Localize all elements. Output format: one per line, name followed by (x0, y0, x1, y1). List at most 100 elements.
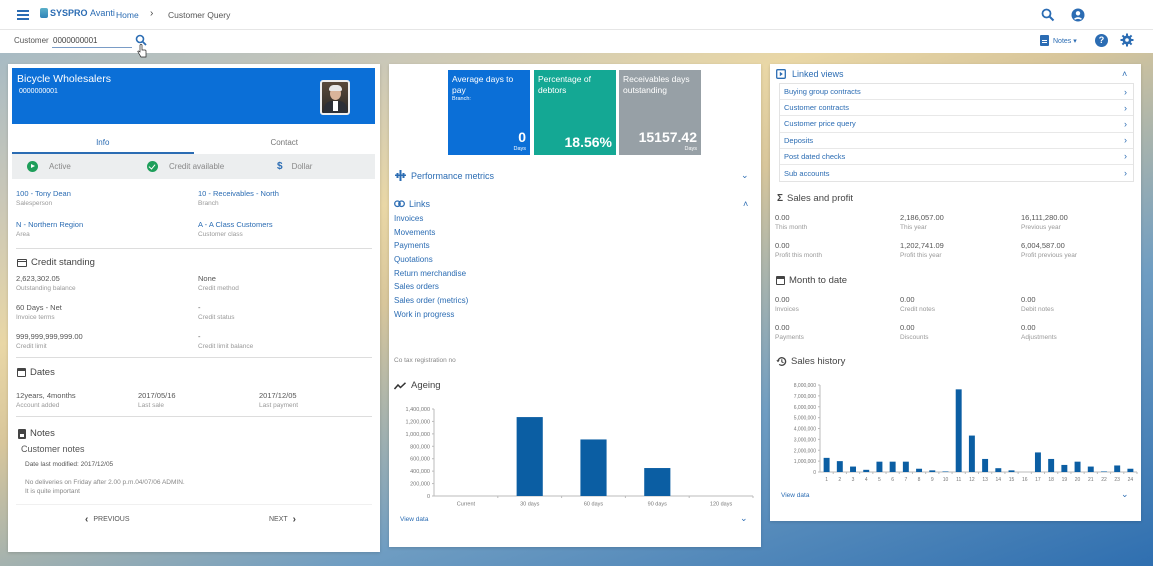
credit-limit-label: Credit limit (16, 343, 47, 350)
area-link[interactable]: N - Northern Region (16, 220, 83, 229)
link-movements[interactable]: Movements (394, 228, 468, 242)
link-sales-orders[interactable]: Sales orders (394, 282, 468, 296)
chevron-down-icon[interactable]: ⌄ (1121, 489, 1129, 500)
x-tick-label: 90 days (648, 502, 668, 508)
next-button[interactable]: NEXT › (269, 514, 301, 525)
outstanding-balance-field: 2,623,302.05 Outstanding balance (16, 274, 76, 292)
y-tick-label: 0 (813, 470, 816, 476)
customer-photo[interactable] (320, 80, 350, 115)
previous-button[interactable]: ‹ PREVIOUS (80, 514, 130, 525)
hamburger-menu-icon[interactable] (17, 10, 29, 20)
link-payments[interactable]: Payments (394, 241, 468, 255)
mtd-discounts: 0.00 Discounts (900, 323, 929, 341)
tab-info[interactable]: Info (12, 132, 194, 154)
x-tick-label: 2 (838, 477, 841, 483)
salesperson-label: Salesperson (16, 200, 53, 207)
linked-views-panel: Linked views ˄ Buying group contracts › C… (770, 64, 1141, 521)
linked-views-toggle[interactable]: Linked views (776, 69, 844, 79)
search-icon[interactable] (1041, 8, 1055, 22)
credit-limit-balance-label: Credit limit balance (198, 343, 254, 350)
link-return-merchandise[interactable]: Return merchandise (394, 269, 468, 283)
salesperson-link[interactable]: 100 - Tony Dean (16, 189, 71, 198)
breadcrumb-separator-icon: › (150, 8, 154, 19)
linked-view-customer-price-query[interactable]: Customer price query › (780, 116, 1133, 133)
y-tick-label: 4,000,000 (794, 427, 816, 433)
links-toggle[interactable]: Links (394, 199, 430, 209)
last-payment-label: Last payment (259, 402, 299, 409)
linked-view-sub-accounts[interactable]: Sub accounts › (780, 165, 1133, 181)
kpi-tile-debtors-pct[interactable]: Percentage of debtors 18.56% (534, 70, 616, 155)
mtd-adjustments: 0.00 Adjustments (1021, 323, 1057, 341)
performance-metrics-toggle[interactable]: Performance metrics (395, 170, 494, 181)
help-icon[interactable]: ? (1095, 34, 1108, 47)
link-sales-order-metrics[interactable]: Sales order (metrics) (394, 296, 468, 310)
y-tick-label: 0 (427, 494, 430, 500)
breadcrumb-home[interactable]: Home (116, 10, 139, 20)
mtd-value: 0.00 (775, 323, 790, 332)
customer-input[interactable] (52, 33, 132, 48)
link-invoices[interactable]: Invoices (394, 214, 468, 228)
x-tick-label: 12 (969, 477, 975, 483)
linked-view-buying-group-contracts[interactable]: Buying group contracts › (780, 84, 1133, 101)
mtd-payments: 0.00 Payments (775, 323, 804, 341)
customer-class-link[interactable]: A - A Class Customers (198, 220, 273, 229)
invoice-terms-field: 60 Days - Net Invoice terms (16, 303, 62, 321)
syspro-logo[interactable]: SYSPRO Avanti (40, 8, 115, 18)
sp-label: This year (900, 224, 927, 231)
bar-11 (955, 389, 962, 472)
y-tick-label: 1,400,000 (406, 407, 430, 413)
linked-views-list: Buying group contracts › Customer contrac… (779, 83, 1134, 183)
x-tick-label: 22 (1101, 477, 1107, 483)
chevron-down-icon[interactable]: ⌄ (740, 513, 748, 524)
sp-value: 0.00 (775, 241, 790, 250)
x-tick-label: 30 days (520, 502, 540, 508)
bar-9 (929, 470, 936, 472)
customer-search-icon[interactable] (135, 34, 147, 46)
links-label: Links (409, 199, 431, 209)
notes-dropdown-button[interactable]: Notes ▾ (1040, 35, 1077, 46)
calendar-icon (17, 368, 26, 377)
link-work-in-progress[interactable]: Work in progress (394, 310, 468, 324)
sp-profit-this-month: 0.00 Profit this month (775, 241, 822, 259)
kpi-tile-avg-days[interactable]: Average days to pay Branch: 0 Days (448, 70, 530, 155)
credit-method-value: None (198, 274, 216, 283)
sp-label: Profit previous year (1021, 252, 1077, 259)
chevron-down-icon[interactable]: ⌄ (741, 170, 749, 181)
calendar-icon (776, 276, 785, 285)
linked-view-deposits[interactable]: Deposits › (780, 133, 1133, 149)
bar-14 (995, 468, 1002, 472)
invoice-terms-label: Invoice terms (16, 314, 55, 321)
link-quotations[interactable]: Quotations (394, 255, 468, 269)
status-active-label: Active (49, 162, 71, 171)
x-tick-label: 8 (918, 477, 921, 483)
divider (16, 248, 372, 249)
chevron-up-icon[interactable]: ˄ (743, 199, 748, 209)
chevron-right-icon: › (1124, 135, 1127, 146)
kpi-value: 15157.42 (638, 129, 697, 145)
linked-view-post-dated-checks[interactable]: Post dated checks › (780, 149, 1133, 165)
x-tick-label: 6 (891, 477, 894, 483)
last-sale-value: 2017/05/16 (138, 391, 176, 400)
user-account-icon[interactable] (1071, 8, 1085, 22)
sp-this-year: 2,186,057.00 This year (900, 213, 944, 231)
linked-view-customer-contracts[interactable]: Customer contracts › (780, 100, 1133, 117)
play-box-icon (776, 69, 786, 79)
bar-60-days (580, 439, 607, 496)
chevron-up-icon[interactable]: ˄ (1122, 69, 1127, 79)
kpi-tile-receivable-days[interactable]: Receivables days outstanding 15157.42 Da… (619, 70, 701, 155)
y-tick-label: 3,000,000 (794, 437, 816, 443)
tab-contact[interactable]: Contact (194, 132, 376, 154)
invoice-terms-value: 60 Days - Net (16, 303, 62, 312)
kpi-title: Percentage of debtors (538, 74, 591, 95)
credit-limit-value: 999,999,999,999.00 (16, 332, 83, 341)
chevron-right-icon: › (1124, 86, 1127, 97)
last-payment-field: 2017/12/05 Last payment (259, 391, 298, 409)
ageing-view-data-link[interactable]: View data (400, 516, 428, 523)
active-play-icon (27, 161, 38, 172)
sales-history-view-data-link[interactable]: View data (781, 492, 809, 499)
sp-this-month: 0.00 This month (775, 213, 807, 231)
notes-document-icon (1040, 35, 1049, 46)
gear-icon[interactable] (1120, 33, 1134, 47)
branch-link[interactable]: 10 - Receivables - North (198, 189, 279, 198)
divider (16, 357, 372, 358)
